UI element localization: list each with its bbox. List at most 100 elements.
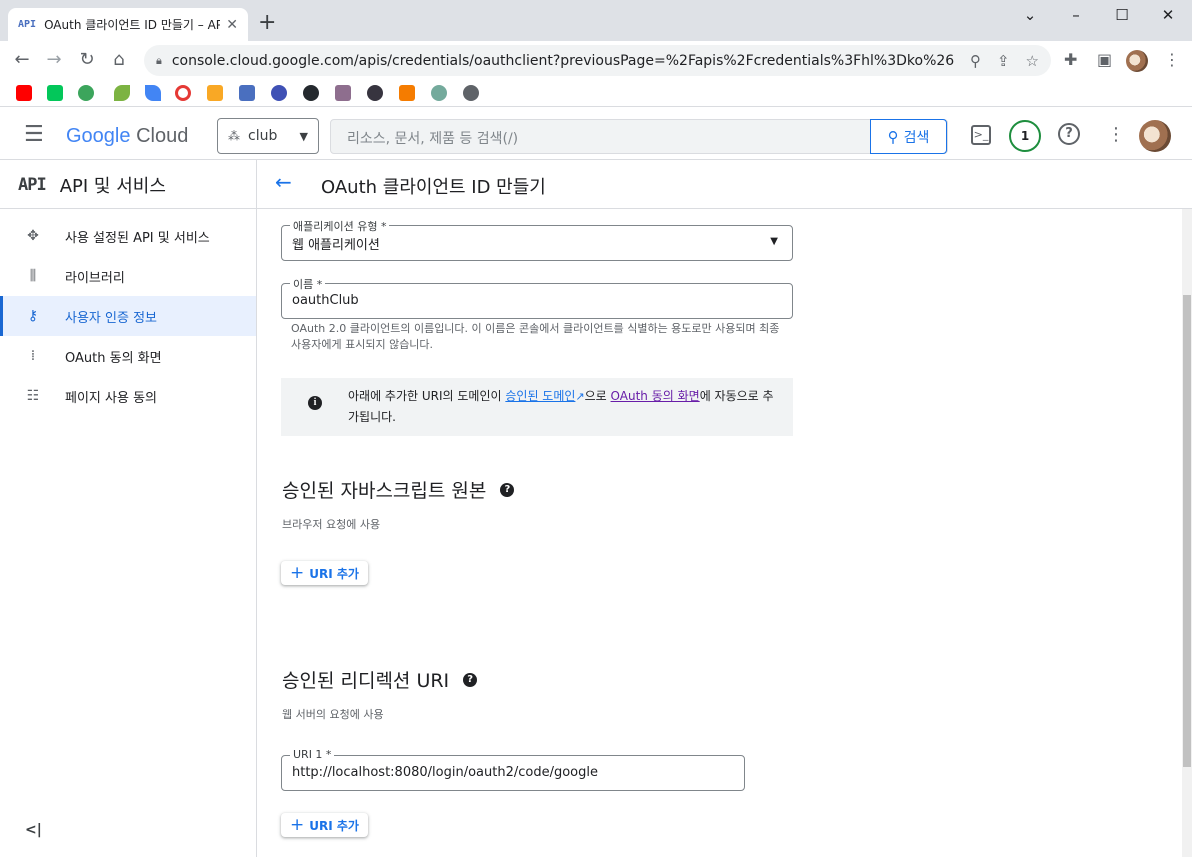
add-uri-label: URI 추가 — [309, 818, 359, 833]
maximize-button[interactable]: ☐ — [1099, 4, 1145, 26]
globe-icon[interactable] — [463, 85, 479, 101]
sidebar-item-label: 라이브러리 — [65, 270, 125, 286]
google-cloud-logo[interactable]: Google Cloud — [66, 124, 188, 148]
uri-1-value: http://localhost:8080/login/oauth2/code/… — [292, 765, 598, 780]
ninja-icon[interactable] — [367, 85, 383, 101]
lock-icon: 🔒︎ — [156, 53, 162, 67]
search-button-label: 검색 — [903, 129, 930, 146]
logo-google-text: Google — [66, 125, 131, 147]
sidebar-item-credentials[interactable]: ⚷ 사용자 인증 정보 — [0, 296, 256, 336]
help-icon[interactable]: ? — [1058, 123, 1080, 145]
github-icon[interactable] — [303, 85, 319, 101]
settings-list-icon: ☷ — [26, 388, 40, 404]
forward-icon[interactable]: → — [42, 48, 66, 72]
menu-icon[interactable]: ☰ — [24, 124, 44, 146]
logo-cloud-text: Cloud — [136, 125, 189, 147]
sidebar-item-oauth-consent[interactable]: ⁞ OAuth 동의 화면 — [0, 336, 256, 376]
help-icon[interactable]: ? — [500, 482, 515, 497]
extensions-icon[interactable]: ✚ — [1064, 50, 1077, 69]
divider — [0, 208, 256, 209]
diamond-arrows-icon: ✥ — [27, 228, 39, 244]
photo-icon[interactable] — [207, 85, 223, 101]
tab-search-chevron-icon[interactable]: ⌄ — [1007, 4, 1053, 26]
google-translate-icon[interactable] — [239, 85, 255, 101]
naver-icon[interactable] — [47, 85, 63, 101]
add-redirect-uri-button[interactable]: + URI 추가 — [281, 813, 368, 837]
api-favicon-icon: API — [18, 19, 37, 30]
tab-title: OAuth 클라이언트 ID 만들기 – API 및 서비스 — [44, 18, 221, 32]
sidebar-title: API 및 서비스 — [59, 176, 166, 197]
js-origins-subtitle: 브라우저 요청에 사용 — [282, 518, 381, 531]
application-type-value: 웹 애플리케이션 — [292, 238, 380, 253]
chatgpt-icon[interactable] — [431, 85, 447, 101]
search-button[interactable]: ⚲ 검색 — [870, 119, 947, 154]
info-text: 아래에 추가한 URI의 도메인이 승인된 도메인↗으로 OAuth 동의 화면… — [348, 386, 778, 427]
name-field[interactable]: 이름 * oauthClub — [281, 276, 793, 319]
cloud-shell-icon[interactable]: >_ — [971, 125, 991, 145]
back-icon[interactable]: ← — [10, 48, 34, 72]
sidebar-item-label: OAuth 동의 화면 — [65, 350, 162, 366]
more-vert-icon[interactable]: ⋮ — [1107, 124, 1125, 145]
info-icon: i — [308, 396, 322, 410]
sidebar-item-label: 사용자 인증 정보 — [65, 310, 157, 326]
redirect-uris-title: 승인된 리디렉션 URI — [282, 670, 450, 692]
oauth-consent-screen-link[interactable]: OAuth 동의 화면 — [611, 389, 700, 403]
new-tab-button[interactable]: + — [258, 12, 276, 34]
library-icon: ⫼ — [29, 268, 37, 284]
close-window-button[interactable]: ✕ — [1145, 4, 1191, 26]
redirect-uris-heading: 승인된 리디렉션 URI ? — [282, 666, 478, 693]
bookmark-3-icon[interactable] — [78, 85, 94, 101]
sidebar-item-label: 사용 설정된 API 및 서비스 — [65, 230, 210, 246]
feather-icon[interactable] — [145, 85, 161, 101]
target-icon[interactable] — [175, 85, 191, 101]
side-panel-icon[interactable]: ▣ — [1097, 50, 1112, 69]
add-js-origin-uri-button[interactable]: + URI 추가 — [281, 561, 368, 585]
address-bar[interactable]: 🔒︎ console.cloud.google.com/apis/credent… — [144, 45, 1051, 76]
collapse-sidebar-icon[interactable]: <| — [25, 822, 42, 838]
page-title: OAuth 클라이언트 ID 만들기 — [321, 177, 546, 198]
back-arrow-icon[interactable]: ← — [275, 170, 292, 194]
leaf-icon[interactable] — [114, 85, 130, 101]
sidebar-header: API API 및 서비스 — [18, 172, 166, 198]
application-type-select[interactable]: 애플리케이션 유형 * 웹 애플리케이션 ▼ — [281, 218, 793, 261]
youtube-icon[interactable] — [16, 85, 32, 101]
authorized-domains-link[interactable]: 승인된 도메인 — [505, 389, 575, 403]
project-icon: ⁂ — [228, 129, 240, 143]
more-vert-icon[interactable]: ⋮ — [1164, 50, 1180, 69]
notifications-badge[interactable]: 1 — [1009, 120, 1041, 152]
js-origins-heading: 승인된 자바스크립트 원본 ? — [282, 476, 515, 503]
project-selector[interactable]: ⁂ club ▼ — [217, 118, 319, 154]
search-icon: ⚲ — [887, 127, 899, 146]
redirect-uri-1-field[interactable]: URI 1 * http://localhost:8080/login/oaut… — [281, 748, 745, 791]
uri-1-label: URI 1 * — [290, 748, 335, 761]
redirect-uris-subtitle: 웹 서버의 요청에 사용 — [282, 708, 384, 721]
sidebar-item-library[interactable]: ⫼ 라이브러리 — [0, 256, 256, 296]
share-icon[interactable]: ⇪ — [997, 52, 1010, 70]
star-icon[interactable]: ☆ — [1026, 52, 1039, 70]
search-bar[interactable]: 리소스, 문서, 제품 등 검색(/) ⚲ 검색 — [330, 119, 948, 154]
reload-icon[interactable]: ↻ — [75, 48, 99, 72]
sidebar-item-page-usage-agreement[interactable]: ☷ 페이지 사용 동의 — [0, 376, 256, 416]
plus-icon: + — [290, 815, 305, 835]
name-label: 이름 * — [290, 276, 326, 292]
account-avatar[interactable] — [1139, 120, 1171, 152]
close-tab-icon[interactable]: ✕ — [226, 17, 238, 33]
search-icon[interactable]: ⚲ — [970, 52, 981, 70]
owl-icon[interactable] — [271, 85, 287, 101]
browser-tab[interactable]: API OAuth 클라이언트 ID 만들기 – API 및 서비스 ✕ — [8, 8, 248, 41]
scrollbar-thumb[interactable] — [1183, 295, 1191, 767]
minimize-button[interactable]: – — [1053, 4, 1099, 26]
sidebar-item-enabled-apis[interactable]: ✥ 사용 설정된 API 및 서비스 — [0, 216, 256, 256]
help-icon[interactable]: ? — [463, 672, 478, 687]
box-icon[interactable] — [399, 85, 415, 101]
url-text: console.cloud.google.com/apis/credential… — [171, 52, 954, 69]
application-type-label: 애플리케이션 유형 * — [290, 218, 390, 234]
add-uri-label: URI 추가 — [309, 566, 359, 581]
image-icon[interactable] — [335, 85, 351, 101]
plus-icon: + — [290, 563, 305, 583]
external-link-icon: ↗ — [575, 390, 585, 403]
home-icon[interactable]: ⌂ — [107, 48, 131, 72]
profile-avatar[interactable] — [1126, 50, 1148, 72]
divider — [257, 208, 1192, 209]
info-text-prefix: 아래에 추가한 URI의 도메인이 — [348, 389, 506, 403]
